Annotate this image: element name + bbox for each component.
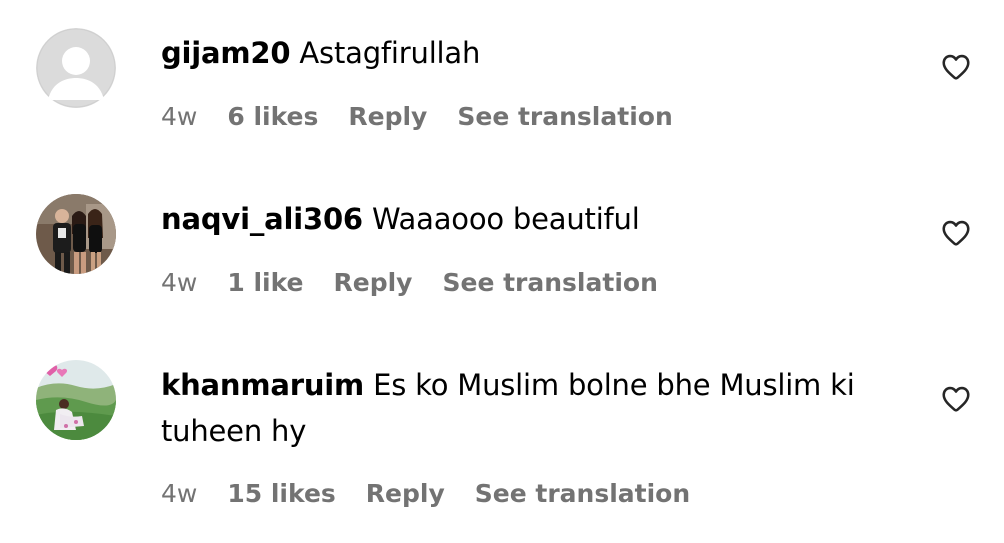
comment-meta: 4w 1 like Reply See translation bbox=[161, 264, 658, 300]
comment-body: naqvi_ali306 Waaaooo beautiful bbox=[161, 196, 921, 242]
see-translation-button[interactable]: See translation bbox=[475, 479, 690, 508]
comment-timestamp[interactable]: 4w bbox=[161, 102, 197, 131]
comment-body: khanmaruim Es ko Muslim bolne bhe Muslim… bbox=[161, 362, 921, 454]
reply-button[interactable]: Reply bbox=[366, 479, 445, 508]
heart-outline-icon[interactable] bbox=[940, 51, 972, 83]
comment-text: Waaaooo beautiful bbox=[371, 202, 640, 236]
comment-likes-count[interactable]: 6 likes bbox=[227, 102, 318, 131]
heart-outline-icon[interactable] bbox=[940, 383, 972, 415]
comment-likes-count[interactable]: 1 like bbox=[227, 268, 303, 297]
heart-outline-icon[interactable] bbox=[940, 217, 972, 249]
see-translation-button[interactable]: See translation bbox=[442, 268, 657, 297]
reply-button[interactable]: Reply bbox=[348, 102, 427, 131]
avatar[interactable] bbox=[36, 360, 116, 440]
comment-text: Astagfirullah bbox=[299, 36, 481, 70]
comment-likes-count[interactable]: 15 likes bbox=[227, 479, 335, 508]
comment-meta: 4w 6 likes Reply See translation bbox=[161, 98, 673, 134]
comment-meta: 4w 15 likes Reply See translation bbox=[161, 475, 690, 511]
default-avatar-icon[interactable] bbox=[36, 28, 116, 108]
comment-username[interactable]: gijam20 bbox=[161, 36, 291, 70]
reply-button[interactable]: Reply bbox=[334, 268, 413, 297]
comment-username[interactable]: khanmaruim bbox=[161, 368, 364, 402]
see-translation-button[interactable]: See translation bbox=[457, 102, 672, 131]
avatar[interactable] bbox=[36, 194, 116, 274]
comment-timestamp[interactable]: 4w bbox=[161, 268, 197, 297]
comment-username[interactable]: naqvi_ali306 bbox=[161, 202, 363, 236]
comment-body: gijam20 Astagfirullah bbox=[161, 30, 921, 76]
comment-timestamp[interactable]: 4w bbox=[161, 479, 197, 508]
